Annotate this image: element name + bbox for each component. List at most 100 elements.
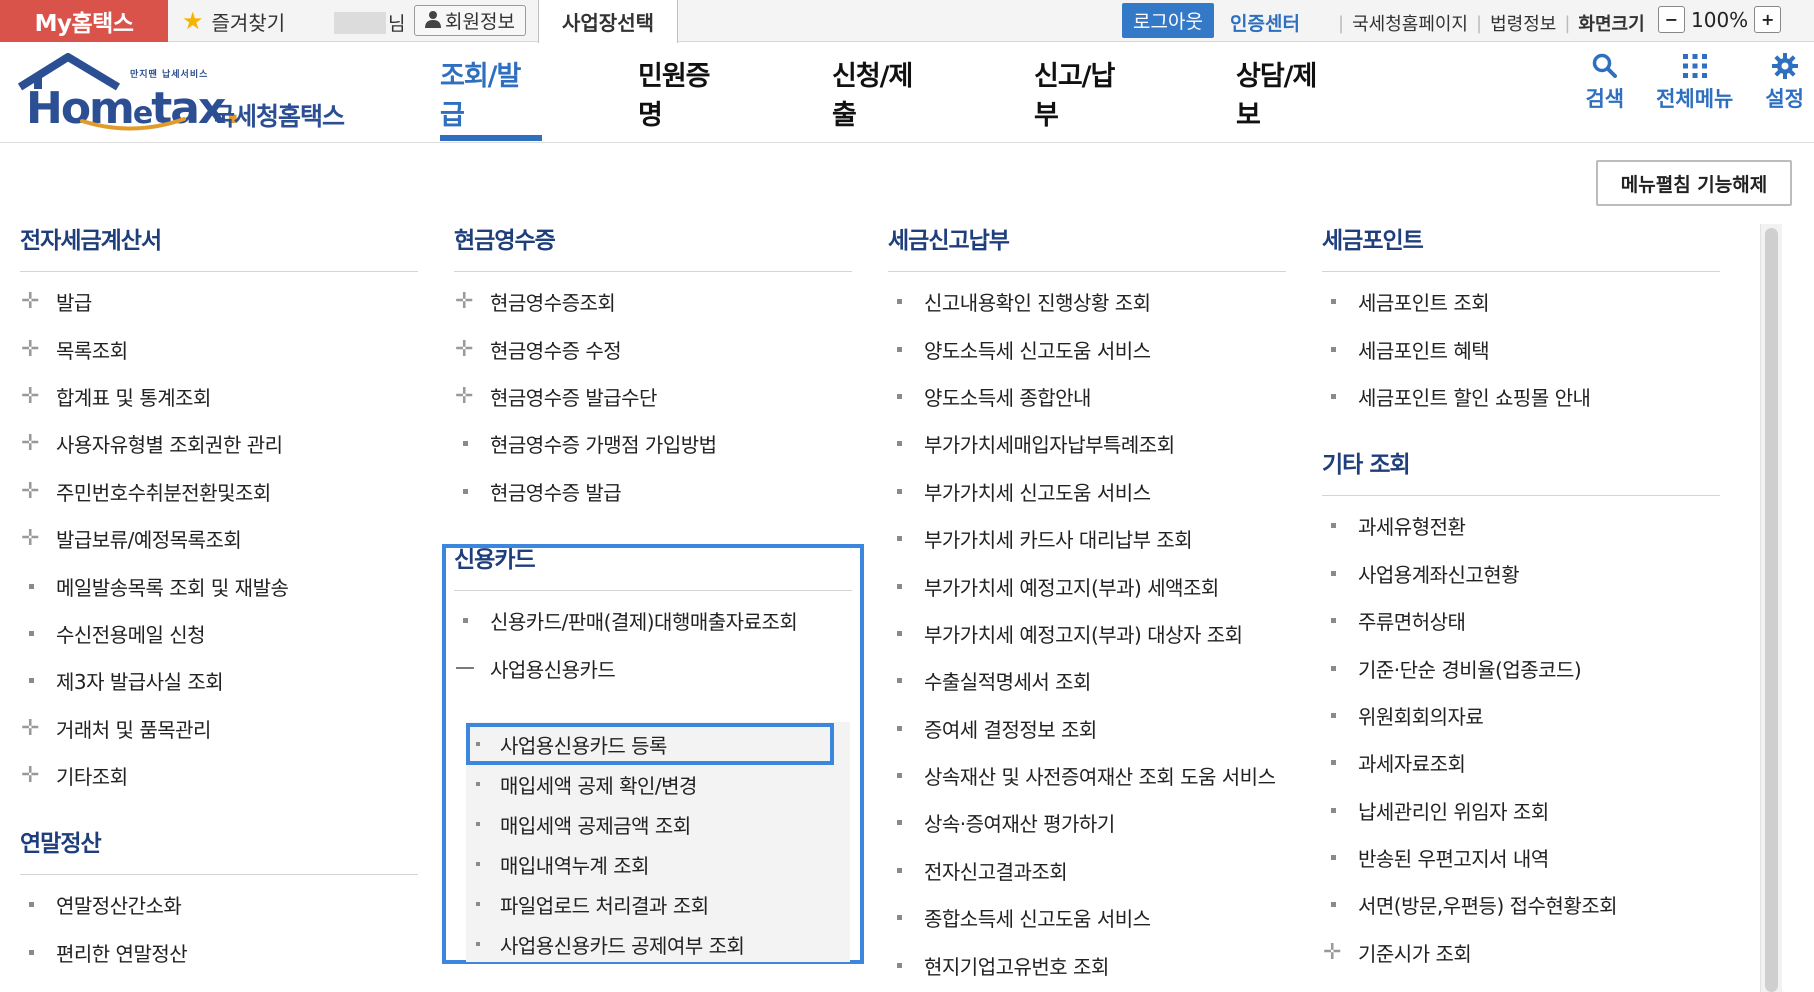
menu-item[interactable]: ✛ 발급: [20, 278, 418, 325]
menu-item[interactable]: ✛ 합계표 및 통계조회: [20, 373, 418, 420]
menu-column-tax-report-payment: 세금신고납부 신고내용확인 진행상황 조회 양도소득세 신고도움 서비스 양도소…: [888, 210, 1286, 989]
menu-item[interactable]: 세금포인트 할인 쇼핑몰 안내: [1322, 373, 1720, 420]
menu-item[interactable]: 상속·증여재산 평가하기: [888, 799, 1286, 846]
menu-item[interactable]: 부가가치세매입자납부특례조회: [888, 420, 1286, 467]
plus-icon: ✛: [455, 289, 473, 315]
menu-item[interactable]: 편리한 연말정산: [20, 929, 418, 976]
section-title: 전자세금계산서: [20, 210, 418, 272]
menu-column-etax-invoice: 전자세금계산서 ✛ 발급 ✛ 목록조회 ✛ 합계표 및 통계조회 ✛ 사용자유형별 조회…: [20, 210, 418, 976]
menu-item[interactable]: ✛ 거래처 및 품목관리: [20, 705, 418, 752]
menu-item[interactable]: 부가가치세 예정고지(부과) 세액조회: [888, 562, 1286, 609]
submenu-item[interactable]: 사업용신용카드 공제여부 조회: [466, 924, 850, 964]
menu-item-label: 수신전용메일 신청: [56, 622, 206, 647]
menu-item[interactable]: ✛ 주민번호수취분전환및조회: [20, 468, 418, 515]
settings-button[interactable]: 설정: [1765, 53, 1804, 113]
gnb-tab-civil-cert[interactable]: 민원증명: [638, 43, 732, 143]
menu-item[interactable]: 증여세 결정정보 조회: [888, 705, 1286, 752]
bullet-icon: [888, 915, 924, 920]
menu-item[interactable]: 종합소득세 신고도움 서비스: [888, 894, 1286, 941]
menu-item[interactable]: 수신전용메일 신청: [20, 610, 418, 657]
menu-item-label: 주류면허상태: [1358, 610, 1466, 635]
favorites-button[interactable]: ★ 즐겨찾기: [182, 0, 285, 42]
bullet-icon: [20, 584, 56, 589]
menu-item[interactable]: 제3자 발급사실 조회: [20, 657, 418, 704]
menu-item[interactable]: 과세자료조회: [1322, 739, 1720, 786]
all-menu-button[interactable]: 전체메뉴: [1656, 53, 1733, 113]
hometax-logo[interactable]: 만지땐 납세서비스 Hometax. 국세청홈택스: [18, 53, 358, 139]
gnb-tab-apply-submit[interactable]: 신청/제출: [832, 43, 936, 143]
menu-item[interactable]: 반송된 우편고지서 내역: [1322, 834, 1720, 881]
menu-item[interactable]: 메일발송목록 조회 및 재발송: [20, 562, 418, 609]
menu-item[interactable]: 과세유형전환: [1322, 502, 1720, 549]
menu-item[interactable]: 기준·단순 경비율(업종코드): [1322, 644, 1720, 691]
menu-fold-toggle-button[interactable]: 메뉴펼침 기능해제: [1596, 160, 1792, 206]
menu-item[interactable]: ✛ 목록조회: [20, 325, 418, 372]
menu-item-label: 부가가치세매입자납부특례조회: [924, 433, 1175, 458]
menu-item[interactable]: 상속재산 및 사전증여재산 조회 도움 서비스: [888, 752, 1286, 799]
menu-item[interactable]: 현금영수증 가맹점 가입방법: [454, 420, 852, 467]
logout-button[interactable]: 로그아웃: [1122, 3, 1214, 38]
menu-item[interactable]: 주류면허상태: [1322, 597, 1720, 644]
menu-item-label: 주민번호수취분전환및조회: [56, 480, 271, 505]
menu-item[interactable]: 사업용계좌신고현황: [1322, 550, 1720, 597]
menu-item-label: 제3자 발급사실 조회: [56, 670, 224, 695]
submenu-item[interactable]: 매입세액 공제금액 조회: [466, 804, 850, 844]
submenu-item[interactable]: 매입내역누계 조회: [466, 844, 850, 884]
menu-item[interactable]: 부가가치세 카드사 대리납부 조회: [888, 515, 1286, 562]
menu-item[interactable]: ✛ 현금영수증 수정: [454, 325, 852, 372]
plus-icon: ✛: [455, 383, 473, 409]
zoom-in-button[interactable]: +: [1754, 6, 1782, 33]
nts-homepage-link[interactable]: 국세청홈페이지: [1352, 10, 1468, 36]
menu-item-label: 양도소득세 종합안내: [924, 385, 1091, 410]
menu-item[interactable]: 양도소득세 종합안내: [888, 373, 1286, 420]
menu-item[interactable]: 납세관리인 위임자 조회: [1322, 787, 1720, 834]
myhometax-button[interactable]: My홈택스: [0, 0, 168, 42]
menu-item[interactable]: 현지기업고유번호 조회: [888, 941, 1286, 988]
menu-item[interactable]: 서면(방문,우편등) 접수현황조회: [1322, 881, 1720, 928]
law-info-link[interactable]: 법령정보: [1490, 10, 1556, 36]
search-button[interactable]: 검색: [1585, 53, 1624, 113]
menu-item[interactable]: 신고내용확인 진행상황 조회: [888, 278, 1286, 325]
business-select-tab[interactable]: 사업장선택: [538, 0, 678, 43]
gnb-tab-consult-report[interactable]: 상담/제보: [1236, 43, 1340, 143]
menu-item-label: 현금영수증 가맹점 가입방법: [490, 433, 717, 458]
menu-item[interactable]: ✛ 기타조회: [20, 752, 418, 799]
plus-icon: ✛: [1323, 939, 1341, 965]
member-info-button[interactable]: 회원정보: [414, 5, 526, 36]
menu-item-label: 부가가치세 예정고지(부과) 세액조회: [924, 575, 1219, 600]
menu-item-label: 거래처 및 품목관리: [56, 717, 211, 742]
menu-item[interactable]: ✛ 현금영수증 발급수단: [454, 373, 852, 420]
gnb-tab-inquiry-issue[interactable]: 조회/발급: [440, 43, 542, 143]
menu-item[interactable]: ✛ 발급보류/예정목록조회: [20, 515, 418, 562]
menu-item[interactable]: 부가가치세 신고도움 서비스: [888, 468, 1286, 515]
menu-item-label: 현금영수증 수정: [490, 338, 622, 363]
zoom-out-button[interactable]: −: [1658, 6, 1685, 33]
menu-item[interactable]: 부가가치세 예정고지(부과) 대상자 조회: [888, 610, 1286, 657]
menu-list: 연말정산간소화 편리한 연말정산: [20, 875, 418, 976]
menu-item[interactable]: 전자신고결과조회: [888, 847, 1286, 894]
menu-item[interactable]: ✛ 현금영수증조회: [454, 278, 852, 325]
menu-item-label: 세금포인트 할인 쇼핑몰 안내: [1358, 385, 1591, 410]
menu-item[interactable]: 세금포인트 혜택: [1322, 325, 1720, 372]
menu-item[interactable]: ✛ 사용자유형별 조회권한 관리: [20, 420, 418, 467]
menu-item[interactable]: ✛ 기준시가 조회: [1322, 929, 1720, 976]
menu-item[interactable]: 수출실적명세서 조회: [888, 657, 1286, 704]
menu-item[interactable]: 연말정산간소화: [20, 881, 418, 928]
menu-item-label: 반송된 우편고지서 내역: [1358, 847, 1549, 872]
bullet-icon: [1322, 902, 1358, 907]
menu-item[interactable]: 현금영수증 발급: [454, 468, 852, 515]
plus-icon: ✛: [21, 383, 39, 409]
menu-item-label: 과세자료조회: [1358, 752, 1466, 777]
submenu-item[interactable]: 파일업로드 처리결과 조회: [466, 884, 850, 924]
menu-list: ✛ 발급 ✛ 목록조회 ✛ 합계표 및 통계조회 ✛ 사용자유형별 조회권한 관리 ✛ 주…: [20, 272, 418, 799]
cert-center-link[interactable]: 인증센터: [1230, 9, 1300, 36]
gnb-tab-report-pay[interactable]: 신고/납부: [1034, 43, 1138, 143]
menu-item[interactable]: 세금포인트 조회: [1322, 278, 1720, 325]
menu-item-label: 납세관리인 위임자 조회: [1358, 799, 1549, 824]
scrollbar-thumb[interactable]: [1765, 228, 1778, 992]
bullet-icon: [1322, 571, 1358, 576]
menu-item[interactable]: 위원회회의자료: [1322, 692, 1720, 739]
menu-item[interactable]: 양도소득세 신고도움 서비스: [888, 325, 1286, 372]
submenu-item[interactable]: 매입세액 공제 확인/변경: [466, 764, 850, 804]
separator: |: [1564, 12, 1571, 34]
